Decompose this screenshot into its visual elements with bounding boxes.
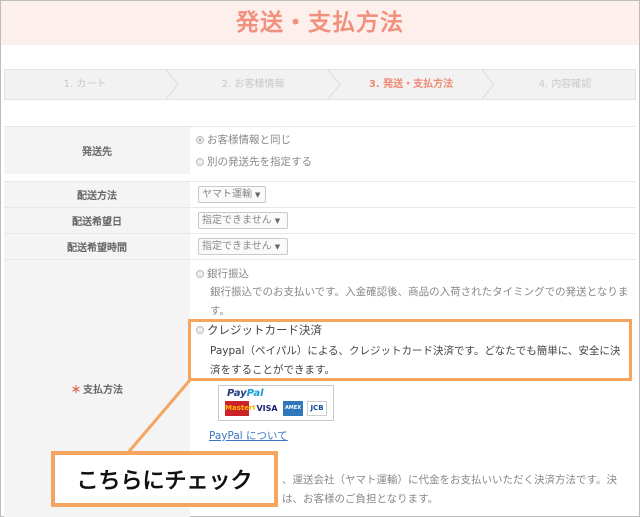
cod-description: 、運送会社（ヤマト運輸）に代金をお支払いいただく決済方法です。決 は、お客様のご… bbox=[282, 474, 617, 505]
step-divider-icon bbox=[165, 70, 179, 99]
delivery-method-select[interactable]: ヤマト運輸 ▼ bbox=[198, 186, 266, 203]
amex-icon: AMEX bbox=[283, 401, 303, 416]
paypal-logo: PayPal bbox=[227, 388, 264, 399]
delivery-date-select[interactable]: 指定できません ▼ bbox=[198, 212, 288, 229]
jcb-icon: JCB bbox=[307, 401, 327, 416]
chevron-down-icon: ▼ bbox=[274, 217, 281, 225]
paypal-about-link[interactable]: PayPal について bbox=[209, 428, 288, 443]
visa-icon: VISA bbox=[255, 401, 279, 416]
required-mark: ＊ bbox=[71, 385, 81, 396]
delivery-time-label: 配送希望時間 bbox=[4, 234, 190, 259]
step-cart: 1. カート bbox=[63, 79, 107, 90]
delivery-method-row: 配送方法 ヤマト運輸 ▼ bbox=[4, 181, 636, 207]
mastercard-icon: MasterCard bbox=[225, 401, 271, 416]
step-divider-icon bbox=[327, 70, 341, 99]
delivery-method-label: 配送方法 bbox=[4, 182, 190, 207]
shipping-to-row: 発送先 お客様情報と同じ 別の発送先を指定する bbox=[4, 126, 636, 174]
shipping-to-label: 発送先 bbox=[4, 127, 190, 174]
page-header: 発送・支払方法 bbox=[1, 1, 639, 45]
credit-card-description: Paypal（ペイパル）による、クレジットカード決済です。どなたでも簡単に、安全… bbox=[210, 345, 621, 376]
step-confirm: 4. 内容確認 bbox=[538, 79, 592, 90]
radio-bank-transfer[interactable]: 銀行振込 bbox=[196, 266, 249, 281]
step-divider-icon bbox=[481, 70, 495, 99]
delivery-date-row: 配送希望日 指定できません ▼ bbox=[4, 207, 636, 233]
delivery-time-row: 配送希望時間 指定できません ▼ bbox=[4, 233, 636, 259]
delivery-time-select[interactable]: 指定できません ▼ bbox=[198, 238, 288, 255]
paypal-badge: PayPal MasterCard VISA AMEX JCB bbox=[218, 385, 334, 421]
delivery-date-label: 配送希望日 bbox=[4, 208, 190, 233]
bank-transfer-description: 銀行振込でのお支払いです。入金確認後、商品の入荷されたタイミングでの発送となりま… bbox=[210, 286, 629, 317]
radio-other-address[interactable]: 別の発送先を指定する bbox=[196, 154, 312, 169]
checkout-steps: 1. カート 2. お客様情報 3. 発送・支払方法 4. 内容確認 bbox=[4, 69, 636, 100]
chevron-down-icon: ▼ bbox=[255, 191, 261, 199]
radio-same-as-customer[interactable]: お客様情報と同じ bbox=[196, 132, 291, 147]
page-title: 発送・支払方法 bbox=[236, 10, 404, 36]
radio-credit-card[interactable]: クレジットカード決済 bbox=[196, 322, 322, 338]
radio-checked-icon[interactable] bbox=[196, 135, 204, 144]
step-customer-info: 2. お客様情報 bbox=[221, 79, 285, 90]
radio-icon[interactable] bbox=[196, 326, 204, 334]
shipping-to-options: お客様情報と同じ 別の発送先を指定する bbox=[196, 127, 636, 174]
radio-icon[interactable] bbox=[196, 269, 204, 278]
radio-icon[interactable] bbox=[196, 157, 204, 166]
step-shipping-payment: 3. 発送・支払方法 bbox=[368, 79, 454, 90]
chevron-down-icon: ▼ bbox=[274, 243, 281, 251]
callout-label: こちらにチェック bbox=[51, 451, 278, 507]
